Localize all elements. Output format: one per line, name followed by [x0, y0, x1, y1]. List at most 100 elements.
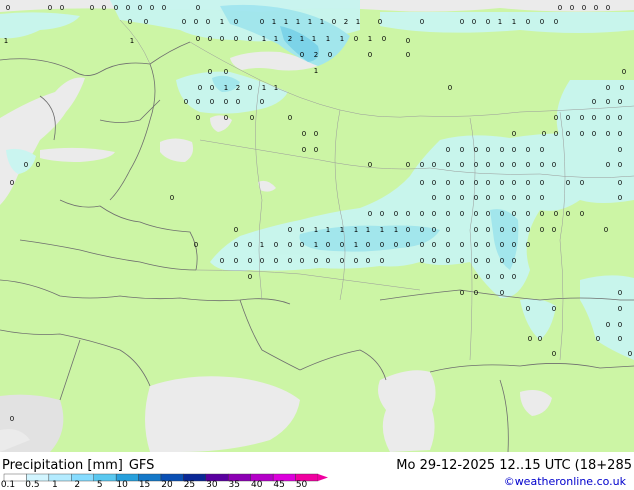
precip-value: 0: [580, 114, 584, 122]
forecast-datetime: Mo 29-12-2025 12..15 UTC (18+285: [396, 458, 632, 473]
precip-value: 0: [300, 257, 304, 265]
precip-value: 0: [10, 415, 14, 423]
precip-value: 0: [460, 161, 464, 169]
precip-value: 1: [130, 37, 134, 45]
map-title: Precipitation [mm] GFS: [2, 458, 160, 473]
precip-value: 0: [486, 194, 490, 202]
precip-value: 0: [432, 161, 436, 169]
precip-value: 0: [606, 130, 610, 138]
precip-value: 1: [394, 226, 398, 234]
precip-value: 0: [618, 114, 622, 122]
precip-value: 0: [260, 98, 264, 106]
precip-value: 0: [618, 289, 622, 297]
legend-tick: 5: [96, 480, 103, 490]
precip-value: 0: [48, 4, 52, 12]
precip-value: 0: [288, 114, 292, 122]
precip-value: 0: [302, 130, 306, 138]
precip-value: 0: [526, 210, 530, 218]
precip-value: 0: [604, 226, 608, 234]
precip-value: 0: [566, 210, 570, 218]
precip-value: 2: [314, 51, 318, 59]
precip-value: 0: [500, 273, 504, 281]
precip-value: 0: [486, 146, 490, 154]
precip-value: 0: [300, 241, 304, 249]
precip-value: 0: [460, 194, 464, 202]
precip-value: 1: [326, 35, 330, 43]
precip-value: 0: [540, 146, 544, 154]
precip-value: 0: [234, 18, 238, 26]
precip-value: 0: [526, 161, 530, 169]
precip-value: 0: [580, 210, 584, 218]
precip-value: 0: [406, 51, 410, 59]
precip-value: 0: [248, 35, 252, 43]
precip-value: 0: [566, 114, 570, 122]
precip-value: 1: [356, 18, 360, 26]
precip-value: 0: [474, 289, 478, 297]
precip-value: 0: [558, 4, 562, 12]
precip-value: 0: [366, 257, 370, 265]
legend-tick: 20: [161, 480, 173, 490]
precip-value: 0: [366, 241, 370, 249]
precip-value: 1: [354, 226, 358, 234]
precip-value: 0: [394, 210, 398, 218]
legend-tick: 10: [116, 480, 128, 490]
precip-value: 0: [446, 161, 450, 169]
precip-value: 0: [474, 273, 478, 281]
precip-value: 1: [354, 241, 358, 249]
credit-link[interactable]: ©weatheronline.co.uk: [504, 475, 626, 488]
precip-value: 0: [460, 146, 464, 154]
precip-value: 0: [542, 130, 546, 138]
precip-value: 0: [394, 241, 398, 249]
precip-value: 0: [288, 241, 292, 249]
precip-value: 0: [580, 179, 584, 187]
precip-value: 0: [460, 210, 464, 218]
precip-value: 0: [474, 179, 478, 187]
precip-value: 2: [288, 35, 292, 43]
precip-value: 0: [594, 4, 598, 12]
precip-value: 0: [406, 241, 410, 249]
precip-value: 0: [210, 98, 214, 106]
precip-value: 0: [234, 241, 238, 249]
precip-value: 0: [300, 226, 304, 234]
precip-value: 0: [210, 84, 214, 92]
precip-value: 1: [498, 18, 502, 26]
precip-value: 0: [224, 68, 228, 76]
precip-value: 1: [314, 67, 318, 75]
legend-tick: 1: [51, 480, 58, 490]
precip-value: 1: [366, 226, 370, 234]
precip-value: 0: [446, 194, 450, 202]
precip-value: 0: [526, 305, 530, 313]
precip-value: 0: [446, 241, 450, 249]
precip-value: 0: [512, 194, 516, 202]
caspian-sea: [378, 370, 436, 452]
precip-value: 1: [300, 35, 304, 43]
precip-value: 0: [472, 18, 476, 26]
precip-value: 0: [512, 226, 516, 234]
precip-value: 1: [262, 35, 266, 43]
precip-value: 0: [526, 194, 530, 202]
precip-value: 0: [302, 146, 306, 154]
precip-value: 0: [406, 226, 410, 234]
precip-value: 0: [420, 210, 424, 218]
precip-value: 0: [288, 257, 292, 265]
precip-value: 0: [570, 4, 574, 12]
precip-value: 0: [236, 98, 240, 106]
precip-value: 0: [622, 68, 626, 76]
precip-value: 0: [368, 161, 372, 169]
precip-value: 0: [420, 241, 424, 249]
precip-value: 0: [592, 114, 596, 122]
precip-value: 0: [234, 226, 238, 234]
precip-value: 0: [314, 257, 318, 265]
precip-value: 0: [126, 4, 130, 12]
precip-value: 0: [606, 114, 610, 122]
precip-value: 0: [526, 146, 530, 154]
precip-value: 0: [566, 179, 570, 187]
precip-value: 0: [380, 210, 384, 218]
precip-value: 0: [512, 273, 516, 281]
precip-value: 0: [512, 161, 516, 169]
precip-value: 0: [620, 84, 624, 92]
precip-value: 0: [582, 4, 586, 12]
precip-value: 0: [540, 226, 544, 234]
precip-value: 0: [432, 210, 436, 218]
precip-value: 0: [354, 35, 358, 43]
